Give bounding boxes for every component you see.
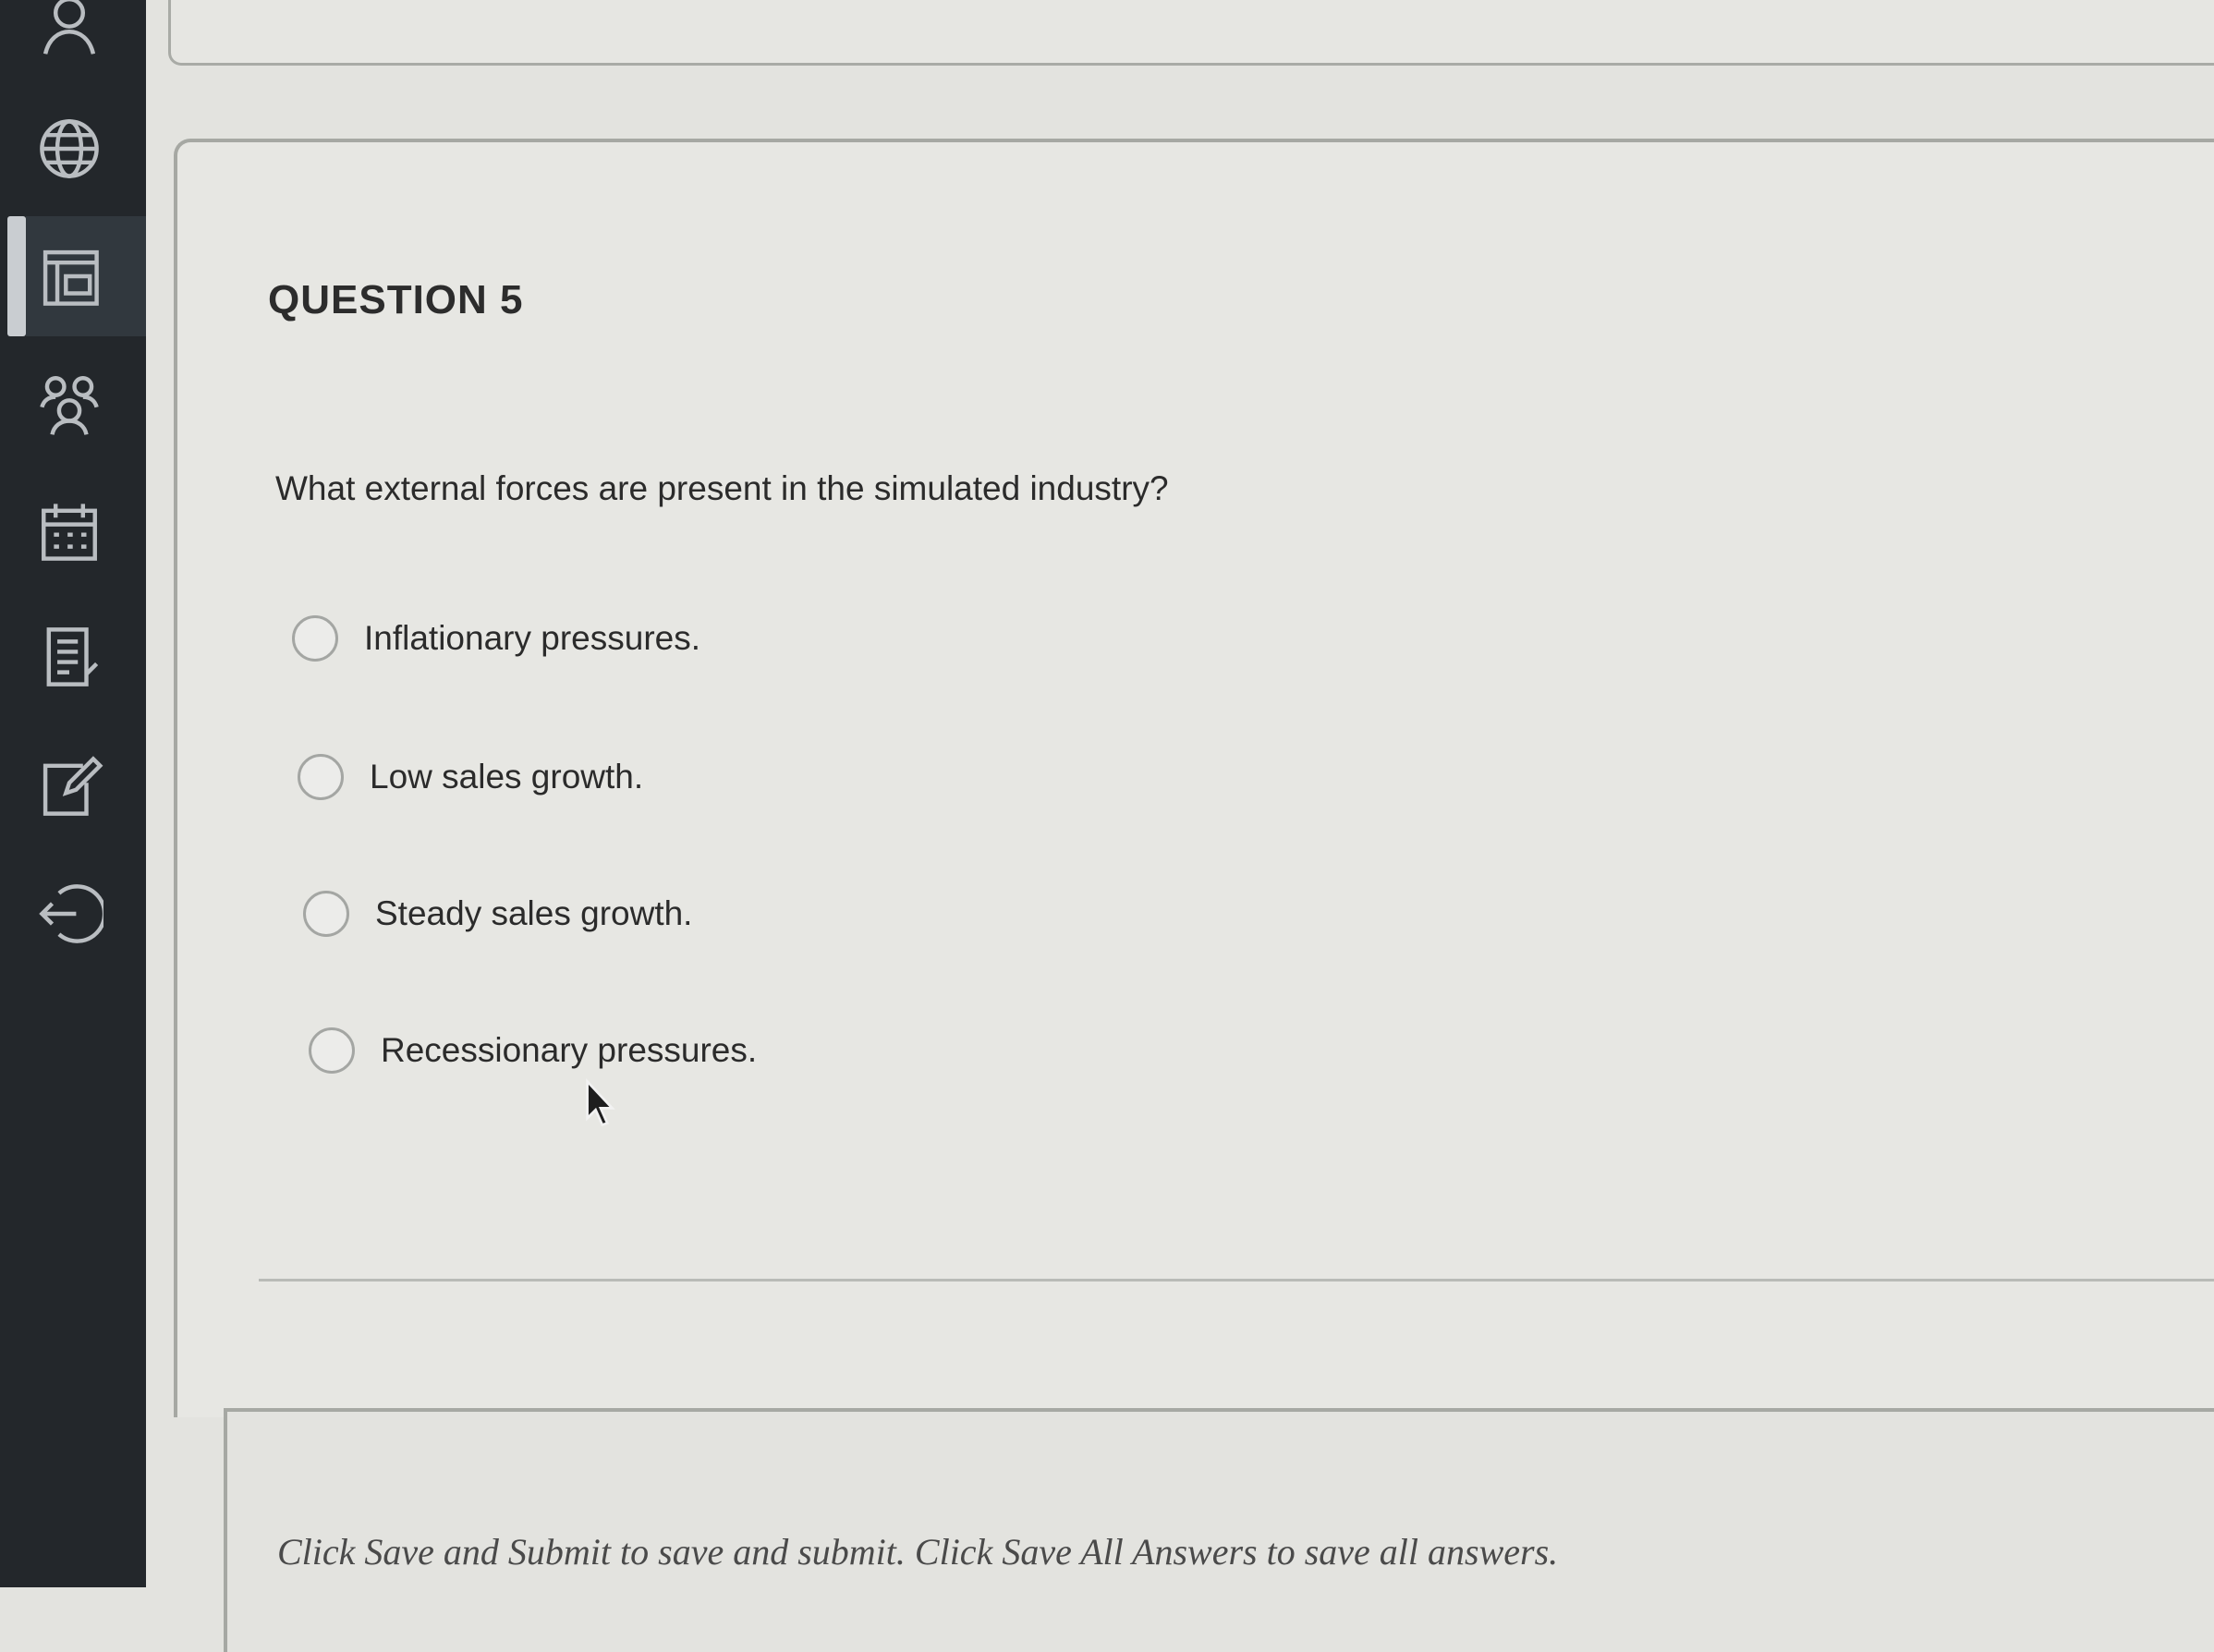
radio-button[interactable] [303, 891, 349, 937]
sidebar-active-indicator [7, 216, 26, 336]
answer-option[interactable]: Inflationary pressures. [292, 615, 700, 662]
answer-option[interactable]: Recessionary pressures. [309, 1027, 757, 1074]
radio-button[interactable] [298, 754, 344, 800]
answer-option-label: Recessionary pressures. [381, 1031, 758, 1069]
globe-icon[interactable] [28, 107, 111, 190]
question-text: What external forces are present in the … [275, 469, 1169, 507]
question-title: QUESTION 5 [268, 277, 524, 322]
course-icon[interactable] [28, 235, 111, 318]
groups-icon[interactable] [28, 362, 111, 445]
question-divider [259, 1279, 2214, 1282]
answer-option-label: Inflationary pressures. [364, 619, 701, 657]
user-icon[interactable] [28, 0, 111, 65]
sign-out-icon[interactable] [28, 872, 111, 955]
grades-icon[interactable] [28, 745, 111, 828]
radio-button[interactable] [292, 615, 338, 662]
radio-button[interactable] [309, 1027, 355, 1074]
answer-option-label: Low sales growth. [370, 758, 644, 796]
mouse-pointer-icon [586, 1078, 615, 1127]
previous-question-card [168, 0, 2214, 66]
answer-option[interactable]: Low sales growth. [298, 754, 643, 800]
calendar-icon[interactable] [28, 490, 111, 573]
messages-icon[interactable] [28, 615, 111, 698]
answer-option-label: Steady sales growth. [375, 894, 693, 932]
sidebar [0, 0, 146, 1587]
answer-option[interactable]: Steady sales growth. [303, 891, 692, 937]
save-instructions: Click Save and Submit to save and submit… [277, 1531, 1559, 1573]
